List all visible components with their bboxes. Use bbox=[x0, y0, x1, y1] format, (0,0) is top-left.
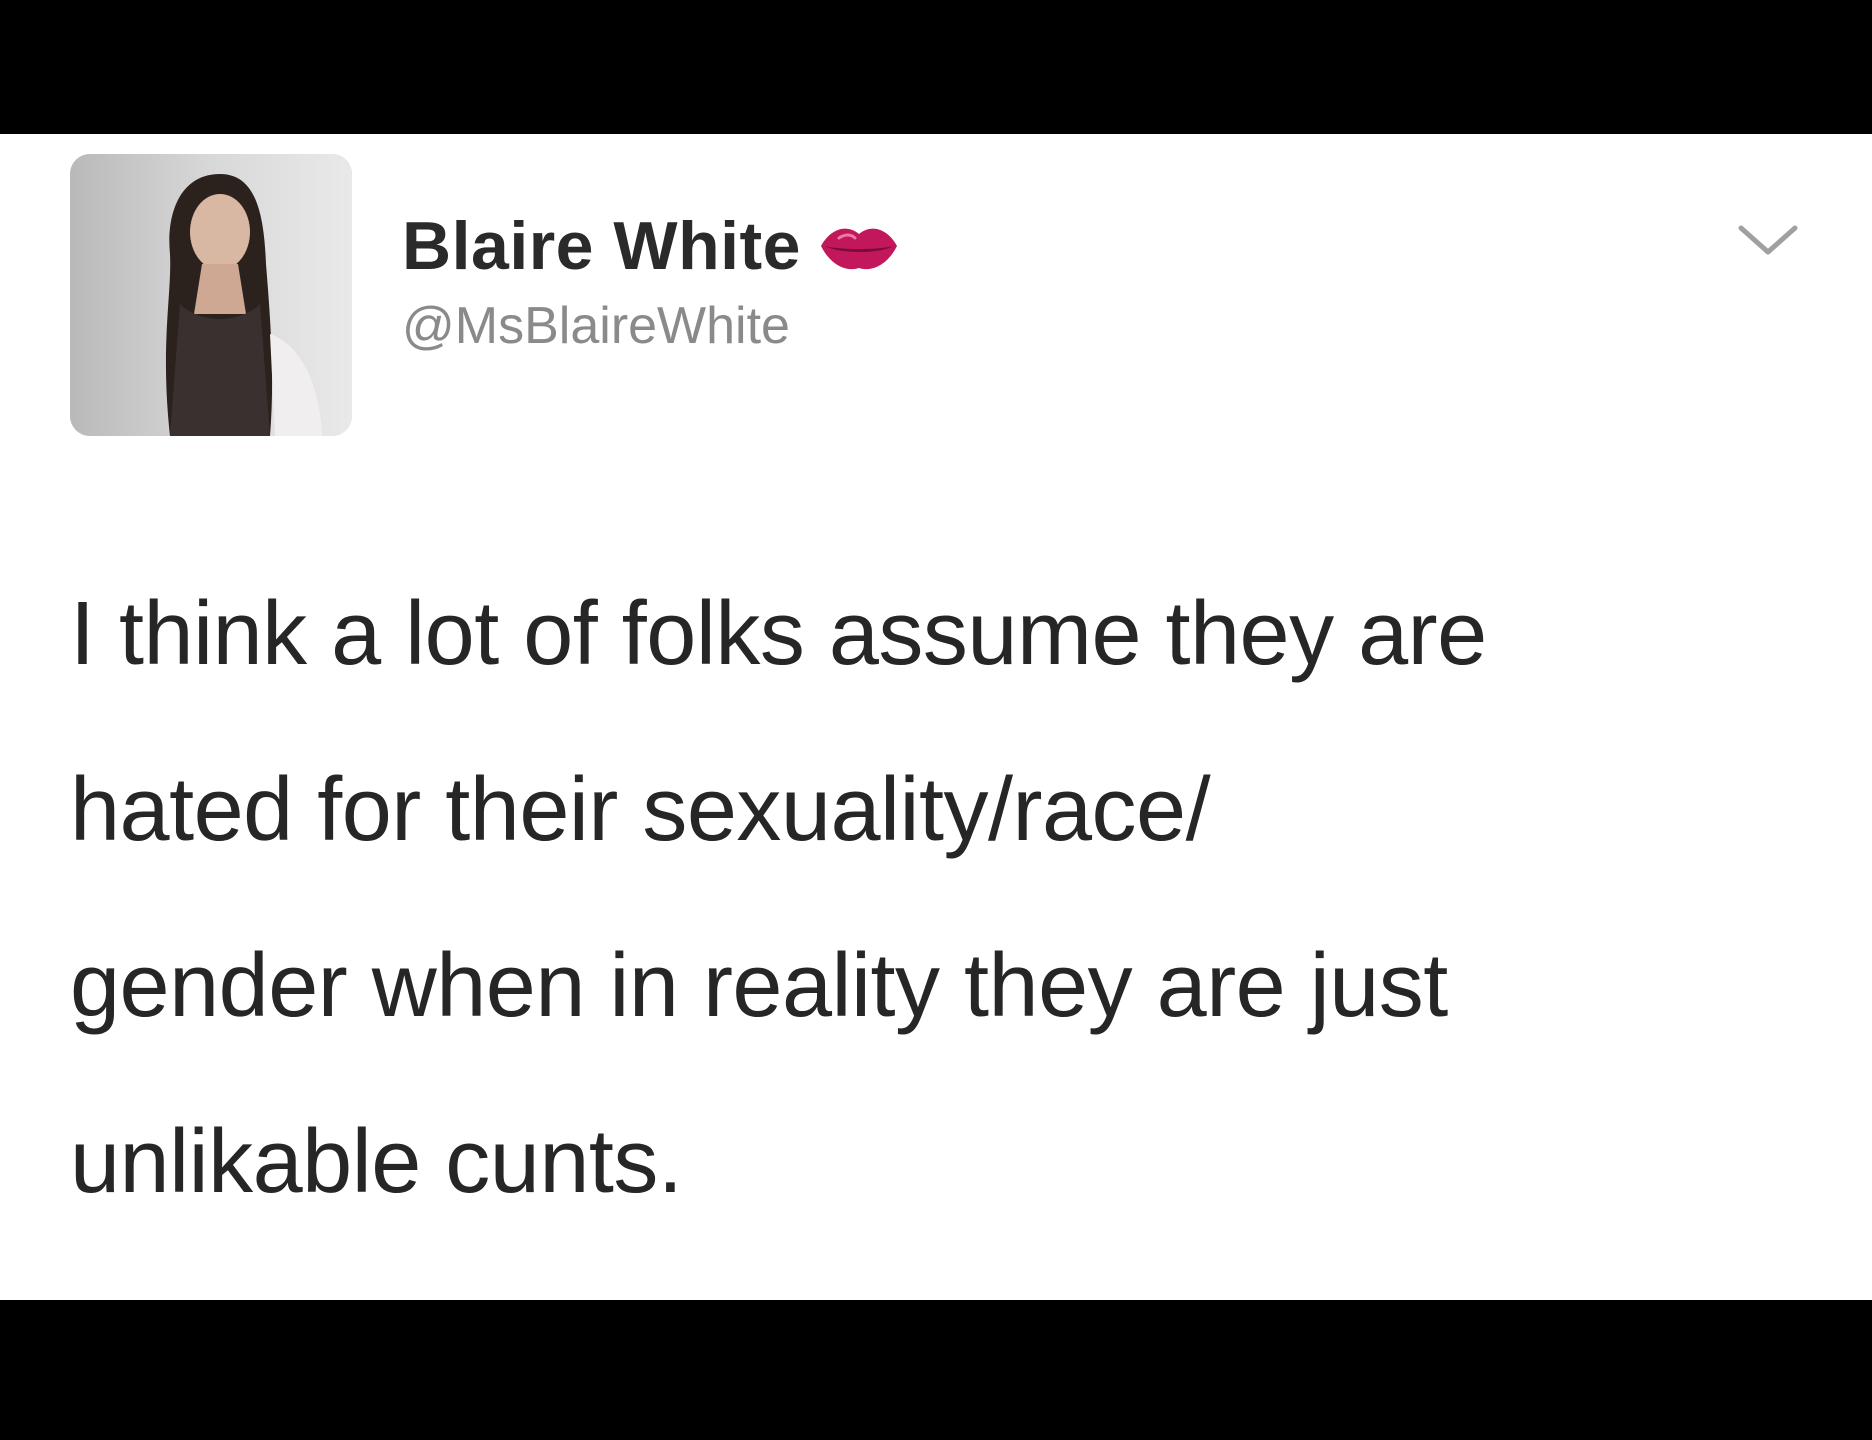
lips-kiss-icon bbox=[817, 216, 901, 276]
screenshot-page: Blaire White @MsBlaireWhite I think a lo… bbox=[0, 0, 1872, 1440]
tweet-card: Blaire White @MsBlaireWhite I think a lo… bbox=[0, 134, 1872, 1300]
tweet-author: Blaire White @MsBlaireWhite bbox=[402, 204, 1502, 356]
chevron-down-icon[interactable] bbox=[1735, 220, 1801, 260]
avatar[interactable] bbox=[70, 154, 352, 436]
tweet-text-line: gender when in reality they are just bbox=[70, 936, 1448, 1036]
letterbox-top bbox=[0, 0, 1872, 134]
letterbox-bottom bbox=[0, 1300, 1872, 1440]
author-handle[interactable]: @MsBlaireWhite bbox=[402, 296, 1502, 356]
tweet-text-line: unlikable cunts. bbox=[70, 1112, 683, 1212]
avatar-photo bbox=[70, 154, 352, 436]
tweet-text-line: hated for their sexuality/race/ bbox=[70, 760, 1211, 860]
author-display-name[interactable]: Blaire White bbox=[402, 207, 801, 285]
author-name-row: Blaire White bbox=[402, 204, 1502, 288]
tweet-text-line: I think a lot of folks assume they are bbox=[70, 584, 1487, 684]
tweet-body: I think a lot of folks assume they are h… bbox=[70, 546, 1830, 1250]
